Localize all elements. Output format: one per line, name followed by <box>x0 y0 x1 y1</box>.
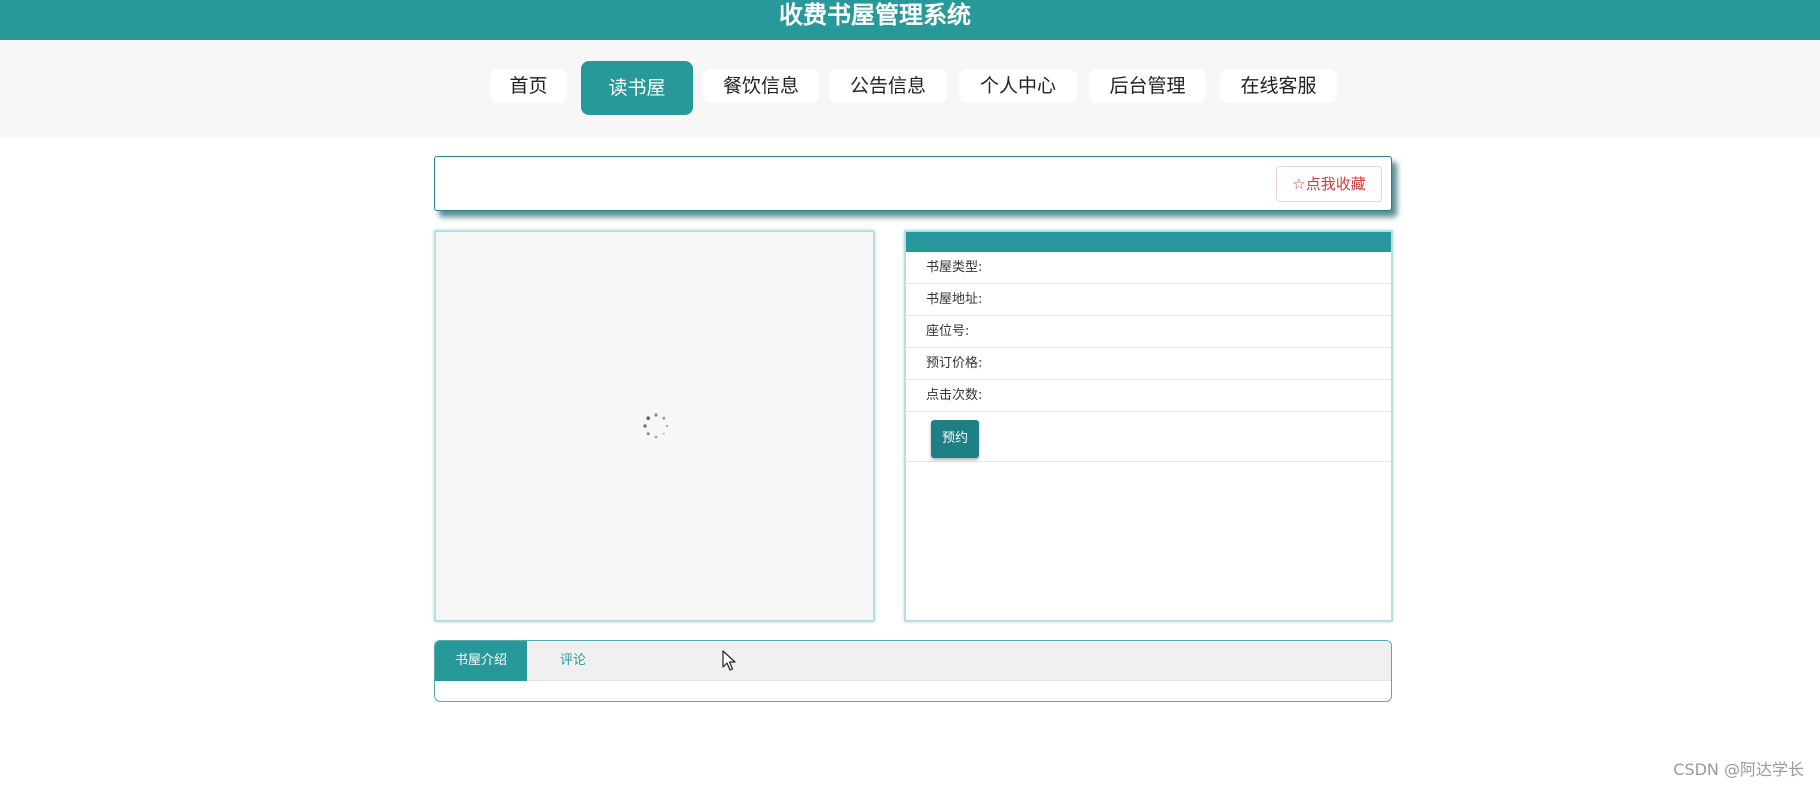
detail-label: 预订价格: <box>926 356 983 371</box>
nav-item-online-support[interactable]: 在线客服 <box>1220 69 1337 103</box>
nav-item-personal-center[interactable]: 个人中心 <box>959 69 1077 103</box>
site-title: 收费书屋管理系统 <box>779 1 971 29</box>
favorite-label: 点我收藏 <box>1305 175 1366 193</box>
favorite-bar: ☆点我收藏 <box>434 156 1392 211</box>
book-button[interactable]: 预约 <box>931 420 979 458</box>
tab-bar: 书屋介绍 评论 <box>435 641 1391 681</box>
detail-label: 书屋类型: <box>926 260 983 275</box>
detail-row-seat: 座位号: <box>906 316 1391 348</box>
details-header <box>906 232 1391 252</box>
nav-item-admin[interactable]: 后台管理 <box>1089 69 1206 103</box>
nav-item-dining[interactable]: 餐饮信息 <box>703 69 819 103</box>
detail-label: 书屋地址: <box>926 292 983 307</box>
top-header-bar: 收费书屋管理系统 <box>0 0 1820 40</box>
tab-comments[interactable]: 评论 <box>527 641 619 681</box>
detail-row-clicks: 点击次数: <box>906 380 1391 412</box>
detail-label: 点击次数: <box>926 388 983 403</box>
tab-room-intro[interactable]: 书屋介绍 <box>435 641 527 681</box>
star-outline-icon: ☆ <box>1292 175 1306 193</box>
room-image-panel <box>434 230 875 622</box>
mouse-pointer-icon <box>722 650 736 671</box>
detail-row-price: 预订价格: <box>906 348 1391 380</box>
info-tabs: 书屋介绍 评论 <box>434 640 1392 702</box>
detail-row-type: 书屋类型: <box>906 252 1391 284</box>
nav-item-announcements[interactable]: 公告信息 <box>829 69 947 103</box>
detail-label: 座位号: <box>926 324 970 339</box>
room-details-panel: 书屋类型: 书屋地址: 座位号: 预订价格: 点击次数: 预约 <box>904 230 1393 622</box>
loading-spinner-icon <box>643 413 669 439</box>
booking-row: 预约 <box>906 412 1391 462</box>
watermark: CSDN @阿达学长 <box>1673 760 1804 779</box>
detail-row-address: 书屋地址: <box>906 284 1391 316</box>
nav-item-home[interactable]: 首页 <box>490 69 567 103</box>
main-nav: 首页 读书屋 餐饮信息 公告信息 个人中心 后台管理 在线客服 <box>0 40 1820 137</box>
favorite-button[interactable]: ☆点我收藏 <box>1276 166 1382 202</box>
nav-item-reading-room[interactable]: 读书屋 <box>581 61 693 115</box>
